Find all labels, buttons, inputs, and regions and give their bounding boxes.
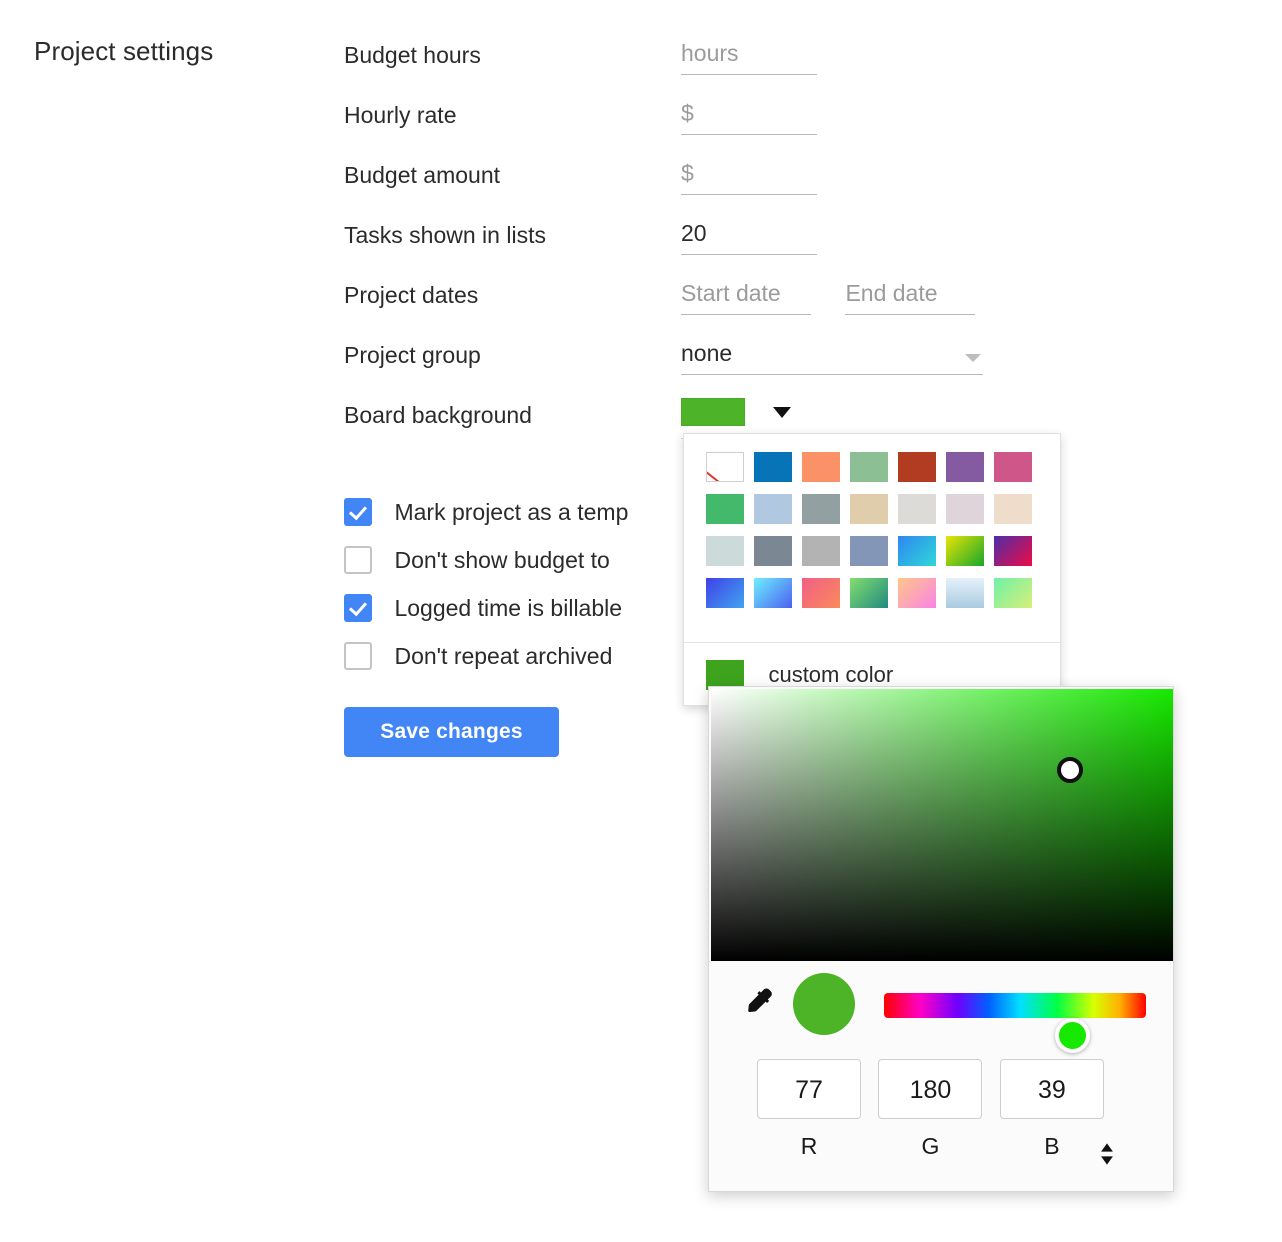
checkbox-label-no-repeat-archived: Don't repeat archived <box>394 642 613 669</box>
rgb-cell-g: 180 G <box>878 1059 983 1160</box>
palette-swatch-peach-pink-grad[interactable] <box>898 578 936 608</box>
form-row-budget-amount: Budget amount <box>344 158 1044 218</box>
project-group-select[interactable]: none <box>681 338 983 375</box>
color-preview-dot <box>793 973 855 1035</box>
red-channel-label: R <box>800 1133 818 1159</box>
settings-form: Budget hours Hourly rate Budget amount T… <box>344 38 1044 458</box>
rgb-cell-b: 39 B <box>999 1059 1104 1160</box>
hourly-rate-input[interactable] <box>681 98 817 135</box>
palette-swatch-light-blue[interactable] <box>754 494 792 524</box>
palette-swatch-sage-green[interactable] <box>850 452 888 482</box>
label-board-background: Board background <box>344 402 532 428</box>
checkbox-mark-template[interactable] <box>344 498 372 526</box>
saturation-value-thumb[interactable] <box>1057 757 1083 783</box>
label-tasks-shown-in-lists: Tasks shown in lists <box>344 222 546 248</box>
board-background-swatch[interactable] <box>681 398 745 426</box>
label-budget-amount: Budget amount <box>344 162 501 188</box>
palette-swatch-pale-mint[interactable] <box>706 536 744 566</box>
blue-channel-input[interactable]: 39 <box>999 1059 1104 1119</box>
checkbox-no-repeat-archived[interactable] <box>344 642 372 670</box>
palette-swatch-tan[interactable] <box>850 494 888 524</box>
chevron-down-icon <box>965 354 981 362</box>
eyedropper-icon[interactable] <box>742 985 776 1019</box>
updown-chevron-icon[interactable] <box>1096 1141 1118 1167</box>
blue-channel-label: B <box>1044 1133 1060 1159</box>
palette-swatch-no-color[interactable] <box>706 452 744 482</box>
checkbox-label-mark-template: Mark project as a temp <box>394 498 629 525</box>
palette-swatch-slate-gray[interactable] <box>802 494 840 524</box>
form-row-project-dates: Project dates <box>344 278 1044 338</box>
budget-hours-input[interactable] <box>681 38 817 75</box>
checkbox-label-billable: Logged time is billable <box>394 594 623 621</box>
custom-color-label: custom color <box>768 662 894 687</box>
field-wrap-project-dates <box>681 278 976 315</box>
palette-swatch-violet-crimson-grad[interactable] <box>994 536 1032 566</box>
tasks-shown-input[interactable] <box>681 218 817 255</box>
field-wrap-hourly-rate <box>681 98 817 135</box>
rgb-input-group: 77 R 180 G 39 B <box>757 1059 1147 1160</box>
palette-swatch-salmon[interactable] <box>802 452 840 482</box>
palette-swatch-brick-red[interactable] <box>898 452 936 482</box>
field-wrap-budget-amount <box>681 158 817 195</box>
palette-swatch-cyan-blue-grad[interactable] <box>898 536 936 566</box>
label-budget-hours: Budget hours <box>344 42 481 68</box>
palette-swatch-blue[interactable] <box>754 452 792 482</box>
palette-swatch-purple[interactable] <box>946 452 984 482</box>
save-changes-button[interactable]: Save changes <box>344 707 559 757</box>
hue-slider-thumb[interactable] <box>1055 1018 1090 1053</box>
checkbox-label-hide-budget: Don't show budget to <box>394 546 610 573</box>
palette-swatch-gray-blue[interactable] <box>754 536 792 566</box>
checkbox-billable[interactable] <box>344 594 372 622</box>
palette-swatch-dusty-blue[interactable] <box>850 536 888 566</box>
label-project-group: Project group <box>344 342 481 368</box>
budget-amount-input[interactable] <box>681 158 817 195</box>
form-row-tasks-shown: Tasks shown in lists <box>344 218 1044 278</box>
palette-row <box>706 536 1060 578</box>
palette-swatch-pale-sky-grad[interactable] <box>946 578 984 608</box>
field-wrap-project-group: none <box>681 338 983 375</box>
label-hourly-rate: Hourly rate <box>344 102 457 128</box>
palette-swatch-lime-green-grad[interactable] <box>946 536 984 566</box>
palette-swatch-medium-gray[interactable] <box>802 536 840 566</box>
field-wrap-tasks-shown <box>681 218 817 255</box>
palette-swatch-green-teal-grad[interactable] <box>850 578 888 608</box>
green-channel-input[interactable]: 180 <box>878 1059 983 1119</box>
end-date-input[interactable] <box>845 278 976 315</box>
palette-swatch-pink[interactable] <box>994 452 1032 482</box>
form-row-budget-hours: Budget hours <box>344 38 1044 98</box>
page-title: Project settings <box>34 36 214 66</box>
palette-swatch-lavender-gray[interactable] <box>946 494 984 524</box>
palette-row <box>706 494 1060 536</box>
palette-grid[interactable] <box>684 434 1060 642</box>
field-wrap-budget-hours <box>681 38 817 75</box>
palette-swatch-light-gray[interactable] <box>898 494 936 524</box>
palette-swatch-cyan-violet-grad[interactable] <box>754 578 792 608</box>
palette-swatch-green[interactable] <box>706 494 744 524</box>
picker-controls: 77 R 180 G 39 B <box>709 963 1173 1191</box>
label-project-dates: Project dates <box>344 282 479 308</box>
checkbox-hide-budget[interactable] <box>344 546 372 574</box>
rgb-cell-r: 77 R <box>757 1059 861 1160</box>
custom-color-picker-panel[interactable]: 77 R 180 G 39 B <box>708 686 1174 1192</box>
board-background-palette-popup[interactable]: custom color <box>683 433 1061 706</box>
saturation-value-area[interactable] <box>711 689 1173 961</box>
form-row-project-group: Project group none <box>344 338 1044 398</box>
palette-swatch-cream[interactable] <box>994 494 1032 524</box>
start-date-input[interactable] <box>681 278 811 315</box>
palette-swatch-pink-orange-grad[interactable] <box>802 578 840 608</box>
chevron-down-icon[interactable] <box>773 406 792 418</box>
form-row-hourly-rate: Hourly rate <box>344 98 1044 158</box>
palette-row <box>706 578 1060 620</box>
field-wrap-board-background <box>681 398 817 439</box>
hue-slider[interactable] <box>884 993 1146 1053</box>
palette-row <box>706 452 1060 494</box>
palette-swatch-indigo-blue-grad[interactable] <box>706 578 744 608</box>
palette-swatch-mint-lime-grad[interactable] <box>994 578 1032 608</box>
red-channel-input[interactable]: 77 <box>757 1059 861 1119</box>
green-channel-label: G <box>921 1133 940 1159</box>
project-group-value: none <box>681 338 983 375</box>
